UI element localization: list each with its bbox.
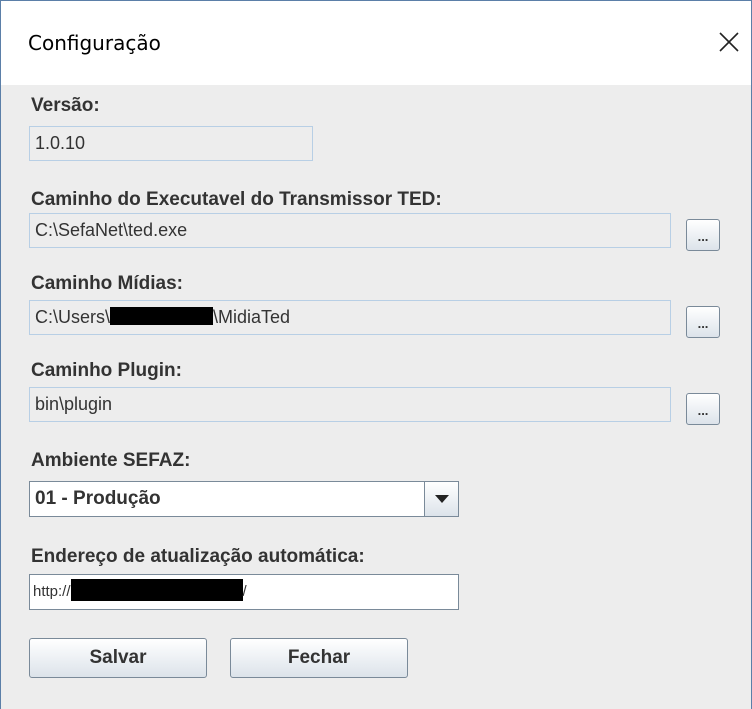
version-label: Versão: [31,95,100,116]
environment-label: Ambiente SEFAZ: [31,450,191,471]
close-icon [719,32,739,52]
redacted-url [70,579,243,601]
media-path-field[interactable]: C:\Users\ \MidiaTed [29,300,671,335]
environment-dropdown-button[interactable] [424,482,458,516]
config-dialog: Configuração Versão: 1.0.10 Caminho do E… [0,0,752,709]
browse-plugin-button[interactable]: ... [686,393,720,425]
media-path-label: Caminho Mídias: [31,273,184,294]
media-path-prefix: C:\Users\ [35,307,111,327]
browse-media-button[interactable]: ... [686,306,720,338]
environment-selected-value: 01 - Produção [35,488,161,509]
plugin-path-field[interactable]: bin\plugin [29,387,671,422]
title-bar: Configuração [1,1,751,85]
version-field: 1.0.10 [29,126,313,161]
executable-path-label: Caminho do Executavel do Transmissor TED… [31,189,442,210]
update-url-label: Endereço de atualização automática: [31,546,365,567]
window-title: Configuração [28,31,161,55]
save-button[interactable]: Salvar [29,638,207,678]
close-dialog-button[interactable]: Fechar [230,638,408,678]
media-path-suffix: \MidiaTed [213,307,291,327]
executable-path-field[interactable]: C:\SefaNet\ted.exe [29,213,671,248]
plugin-path-label: Caminho Plugin: [31,360,182,381]
update-url-input[interactable]: http:// / [29,574,459,610]
update-url-prefix: http:// [33,583,71,600]
redacted-username [110,307,214,325]
close-button[interactable] [707,17,751,67]
update-url-suffix: / [242,583,247,600]
browse-executable-button[interactable]: ... [686,219,720,251]
chevron-down-icon [434,495,449,503]
environment-select[interactable]: 01 - Produção [29,481,459,517]
